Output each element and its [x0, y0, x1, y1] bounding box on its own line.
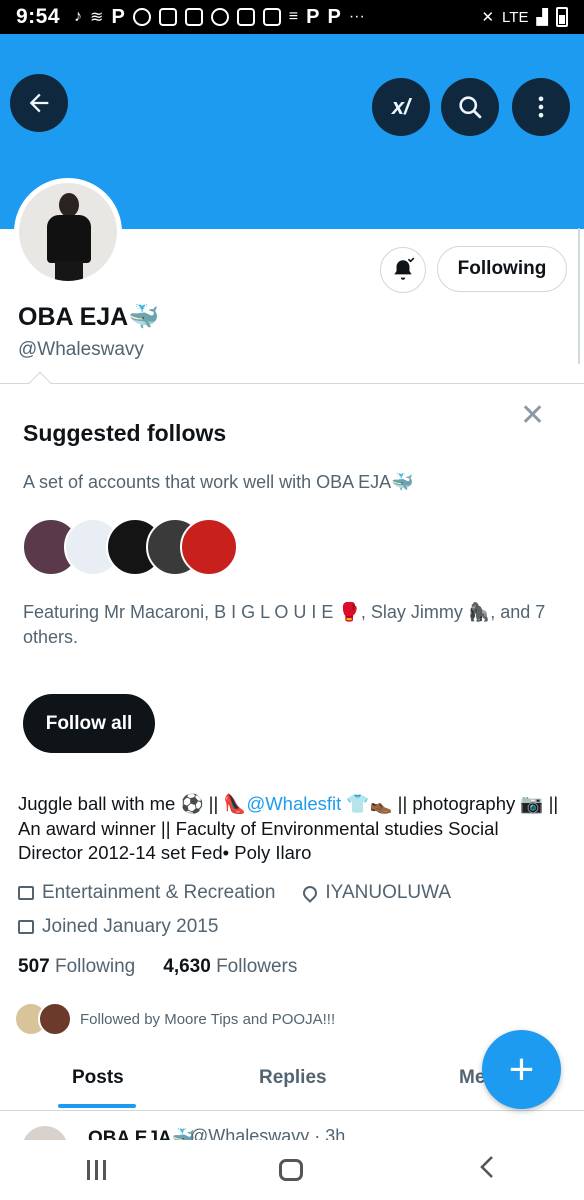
- calendar-icon: [18, 920, 34, 934]
- bio-mention-link[interactable]: @Whalesfit: [246, 793, 341, 814]
- mute-icon: ✕: [481, 9, 495, 26]
- more-vertical-icon: [538, 96, 544, 118]
- pinterest-icon: P: [111, 5, 125, 28]
- grok-button[interactable]: x/: [372, 78, 430, 136]
- home-button[interactable]: [279, 1159, 304, 1181]
- android-nav-bar: [0, 1140, 584, 1200]
- bio-text-1: Juggle ball with me ⚽ || 👠: [18, 793, 247, 814]
- facebook-icon: [132, 8, 151, 26]
- pinterest-icon-2: P: [306, 5, 320, 28]
- profile-avatar[interactable]: [14, 178, 122, 286]
- notification-icons: ♪ ≋ P ≡ P P ···: [74, 6, 365, 29]
- search-button[interactable]: [441, 78, 499, 136]
- plus-icon: +: [508, 1044, 535, 1094]
- instagram-icon-2: [184, 8, 203, 26]
- followed-by-avatars: [14, 1002, 72, 1036]
- follow-counts: 507 Following 4,630 Followers: [18, 956, 297, 978]
- following-count-link[interactable]: 507 Following: [18, 956, 135, 978]
- profile-joined: Joined January 2015: [42, 916, 219, 937]
- briefcase-icon: [18, 886, 34, 900]
- suggested-featuring: Featuring Mr Macaroni, B I G L O U I E 🥊…: [23, 602, 546, 647]
- chevron-left-icon: [480, 1155, 494, 1178]
- whatsapp-icon: [210, 8, 229, 26]
- pinterest-icon-3: P: [327, 5, 341, 28]
- mutual-avatar: [38, 1002, 72, 1036]
- instagram-icon-3: [236, 8, 255, 26]
- location-pin-icon: [300, 883, 321, 903]
- status-time: 9:54: [16, 5, 61, 28]
- tab-replies[interactable]: Replies: [259, 1067, 327, 1089]
- search-icon: [459, 96, 482, 119]
- followers-count-link[interactable]: 4,630 Followers: [163, 956, 297, 978]
- system-back-button[interactable]: [477, 1153, 497, 1188]
- status-right: ✕ LTE ▟: [481, 7, 568, 27]
- followed-by-row[interactable]: Followed by Moore Tips and POOJA!!!: [14, 1002, 335, 1036]
- profile-name: OBA EJA🐳: [18, 303, 160, 331]
- profile-meta-row: Entertainment & Recreation IYANUOLUWA: [18, 882, 451, 904]
- wifi-icon: ≋: [90, 9, 104, 26]
- recent-apps-button[interactable]: [86, 1160, 106, 1180]
- profile-category: Entertainment & Recreation: [42, 882, 276, 903]
- compose-post-button[interactable]: +: [482, 1030, 561, 1109]
- suggested-title: Suggested follows: [23, 420, 227, 446]
- profile-location: IYANUOLUWA: [325, 882, 452, 903]
- suggested-description: A set of accounts that work well with OB…: [23, 472, 414, 492]
- profile-bio: Juggle ball with me ⚽ || 👠@Whalesfit 👕👞 …: [18, 792, 563, 866]
- profile-handle: @Whaleswavy: [18, 339, 144, 360]
- tiktok-icon: ♪: [74, 8, 83, 25]
- signal-icon: ▟: [536, 9, 548, 26]
- active-tab-indicator: [58, 1104, 136, 1108]
- close-suggestions-button[interactable]: ✕: [520, 398, 545, 433]
- bell-check-icon: [394, 257, 415, 280]
- notifications-bell-button[interactable]: [380, 247, 426, 293]
- avatar-photo: [19, 183, 117, 281]
- post-avatar: [22, 1126, 68, 1140]
- news-icon: ≡: [288, 8, 299, 25]
- more-button[interactable]: [512, 78, 570, 136]
- suggested-card-border: [0, 383, 584, 384]
- arrow-left-icon: [29, 93, 49, 113]
- post-preview[interactable]: OBA EJA🐳 @Whaleswavy · 3h: [0, 1112, 584, 1140]
- scrollbar[interactable]: [578, 228, 580, 364]
- following-button[interactable]: Following: [437, 246, 567, 292]
- network-type: LTE: [502, 8, 529, 26]
- suggested-avatar[interactable]: [180, 518, 238, 576]
- profile-joined-row: Joined January 2015: [18, 916, 218, 938]
- back-button[interactable]: [10, 74, 68, 132]
- suggested-card-pointer: [28, 371, 52, 395]
- tab-posts[interactable]: Posts: [72, 1067, 124, 1089]
- battery-icon: [556, 7, 568, 27]
- post-author: OBA EJA🐳: [88, 1128, 196, 1140]
- status-bar: 9:54 ♪ ≋ P ≡ P P ··· ✕ LTE ▟: [0, 0, 584, 34]
- profile-app-icon: [262, 8, 281, 26]
- post-handle: @Whaleswavy · 3h: [190, 1126, 346, 1140]
- instagram-icon: [158, 8, 177, 26]
- grok-icon: x/: [391, 94, 411, 119]
- follow-all-button[interactable]: Follow all: [23, 694, 155, 753]
- more-notifications-icon: ···: [348, 8, 365, 25]
- followed-by-text: Followed by Moore Tips and POOJA!!!: [80, 1010, 336, 1028]
